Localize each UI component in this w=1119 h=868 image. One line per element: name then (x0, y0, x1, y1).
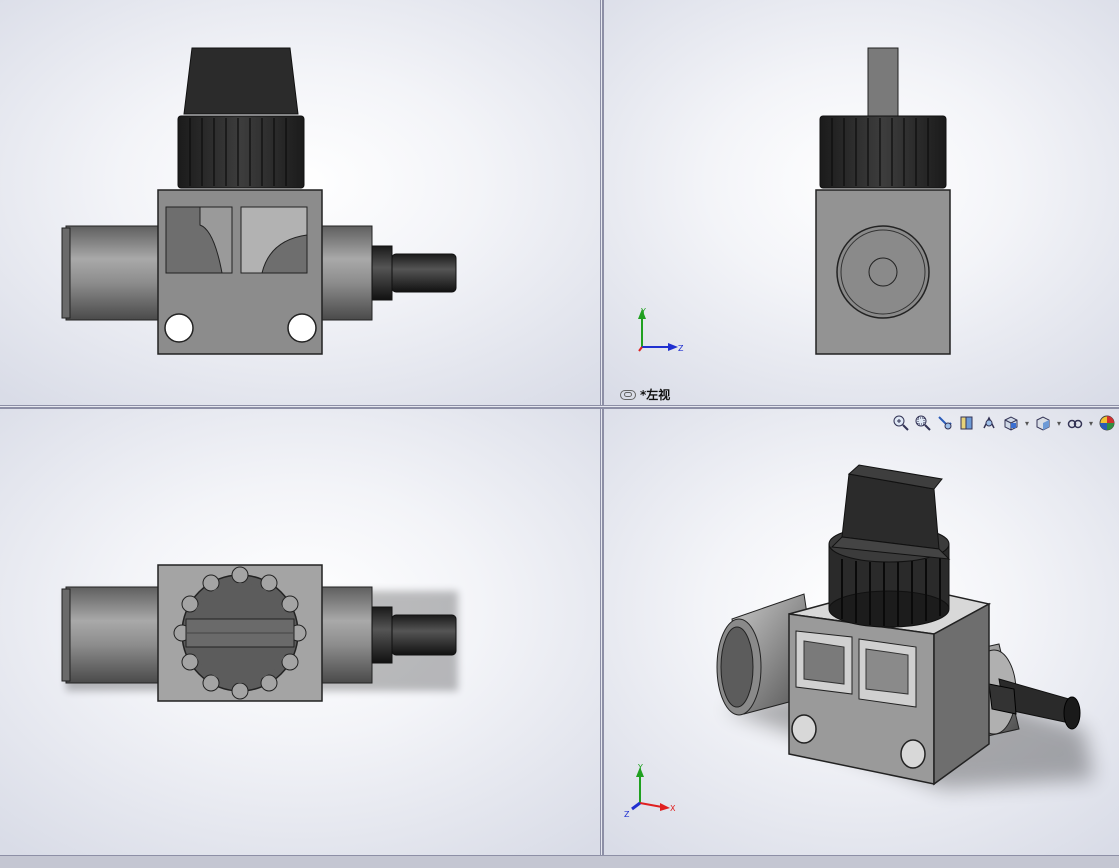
front-view-model[interactable] (0, 0, 600, 405)
viewport-top[interactable] (0, 409, 600, 855)
view-label: *左视 (620, 386, 670, 403)
viewport-isometric[interactable]: ▾ ▾ ▾ Y X Z (604, 409, 1119, 855)
triad-x-label: X (670, 804, 676, 813)
isometric-view-model[interactable] (604, 409, 1119, 855)
coordinate-triad: Y Z (638, 307, 684, 353)
view-name: *左视 (640, 388, 671, 402)
status-bar (0, 855, 1119, 868)
viewport-front[interactable] (0, 0, 600, 405)
link-views-icon[interactable] (620, 389, 636, 400)
viewport-splitter-vertical[interactable] (600, 0, 604, 855)
triad-z-label: Z (678, 344, 684, 353)
viewport-splitter-horizontal[interactable] (0, 405, 1119, 409)
top-view-model[interactable] (0, 409, 600, 855)
triad-y-label: Y (637, 763, 643, 772)
viewport-left[interactable]: Y Z *左视 (604, 0, 1119, 405)
triad-z-label: Z (624, 810, 630, 819)
triad-y-label: Y (640, 307, 646, 316)
coordinate-triad-iso: Y X Z (624, 763, 676, 819)
